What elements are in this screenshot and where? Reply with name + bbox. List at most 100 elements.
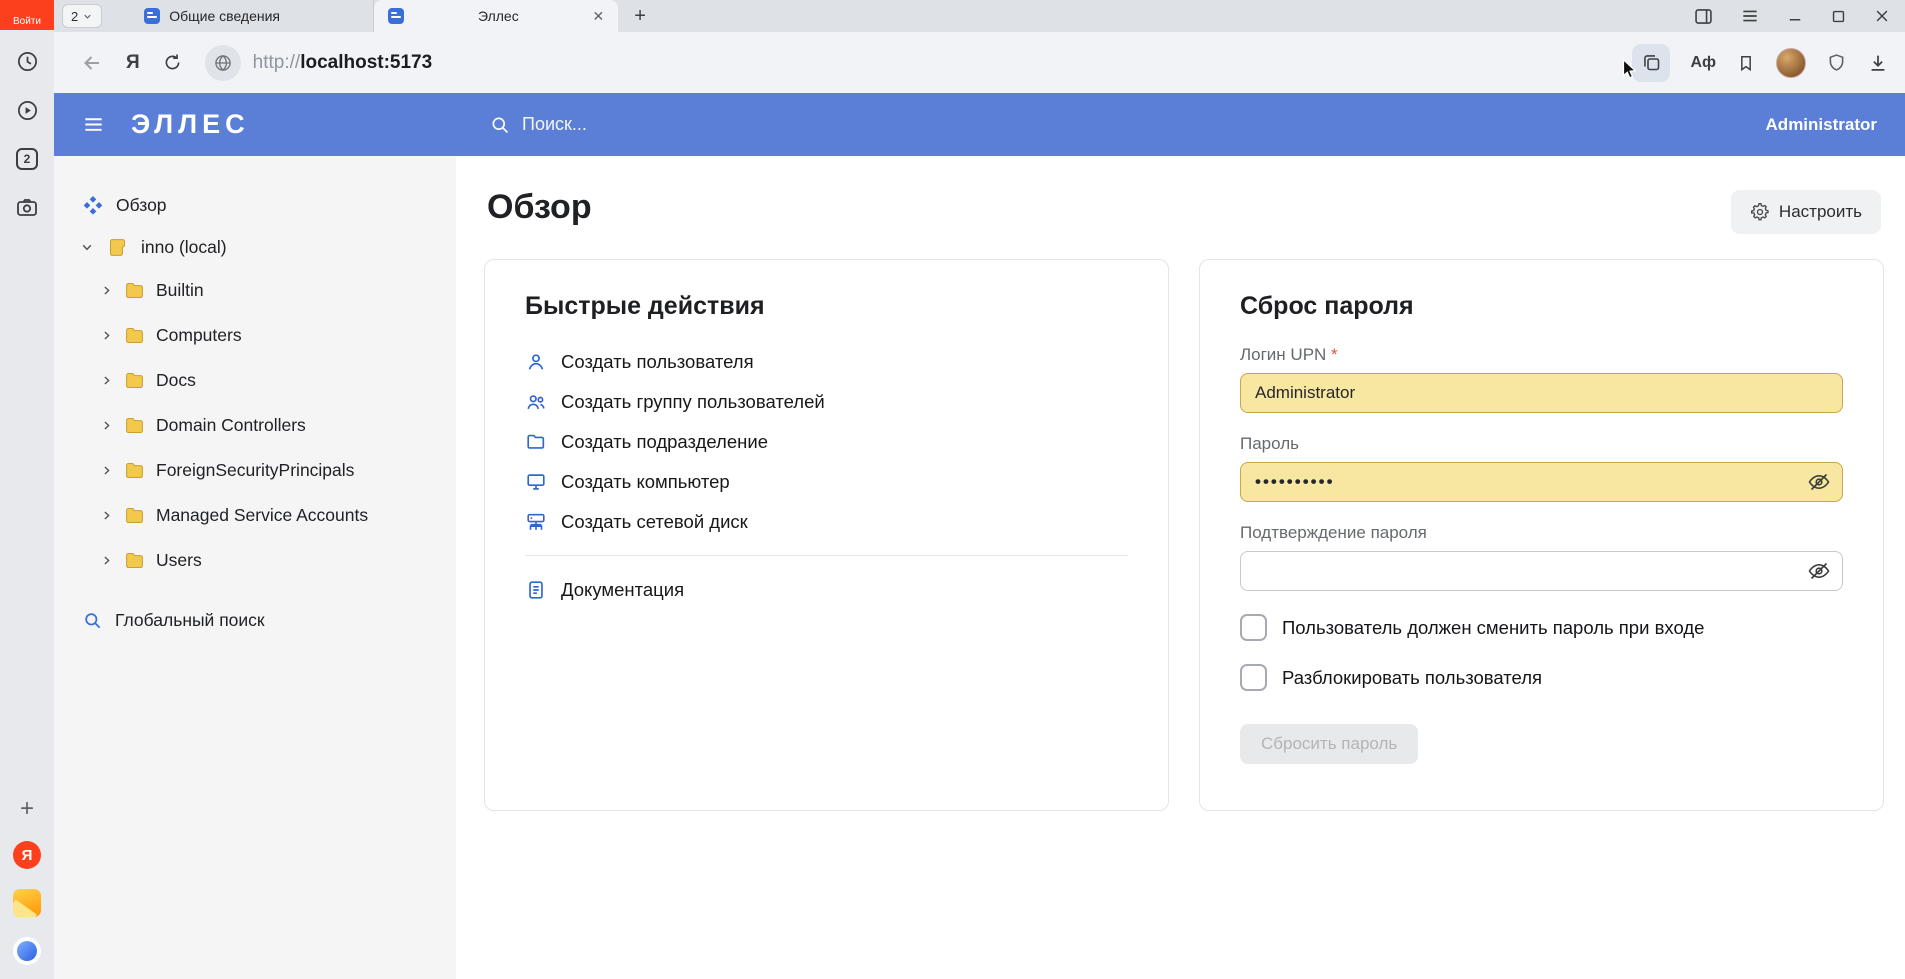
tab-title: Эллес — [413, 8, 583, 24]
search-icon — [490, 115, 510, 135]
minimize-icon[interactable] — [1786, 7, 1804, 25]
sidebar-item-label: Глобальный поиск — [115, 610, 265, 631]
folder-icon — [124, 460, 145, 481]
action-create-computer[interactable]: Создать компьютер — [525, 465, 1128, 498]
action-label: Создать пользователя — [561, 351, 754, 373]
password-input[interactable] — [1240, 462, 1843, 502]
checkbox-row-change-password: Пользователь должен сменить пароль при в… — [1240, 614, 1843, 641]
tree-node-domain[interactable]: inno (local) — [54, 226, 456, 268]
chevron-right-icon[interactable] — [100, 509, 113, 522]
yandex-button[interactable]: Я — [126, 52, 140, 74]
chevron-down-icon — [82, 11, 93, 22]
unlock-user-checkbox[interactable] — [1240, 664, 1267, 691]
close-window-icon[interactable] — [1873, 7, 1891, 25]
action-label: Создать компьютер — [561, 471, 730, 493]
action-create-user[interactable]: Создать пользователя — [525, 345, 1128, 378]
confirm-password-input[interactable] — [1240, 551, 1843, 591]
tab-favicon — [388, 8, 404, 24]
checkbox-label: Разблокировать пользователя — [1282, 667, 1542, 689]
media-play-icon[interactable] — [16, 99, 39, 122]
chevron-right-icon[interactable] — [100, 464, 113, 477]
tree-node-docs[interactable]: Docs — [54, 358, 456, 403]
search-input[interactable] — [522, 114, 822, 135]
user-icon — [525, 351, 547, 373]
configure-button[interactable]: Настроить — [1731, 190, 1881, 234]
tree-node-foreign-security-principals[interactable]: ForeignSecurityPrincipals — [54, 448, 456, 493]
profile-avatar[interactable] — [1776, 48, 1806, 78]
protect-icon[interactable] — [1826, 52, 1847, 73]
tree-node-domain-controllers[interactable]: Domain Controllers — [54, 403, 456, 448]
maximize-icon[interactable] — [1830, 8, 1847, 25]
chevron-right-icon[interactable] — [100, 554, 113, 567]
reset-password-button[interactable]: Сбросить пароль — [1240, 724, 1418, 764]
tab-count-label: 2 — [71, 9, 78, 24]
tree-node-label: Docs — [156, 370, 196, 391]
tree-node-computers[interactable]: Computers — [54, 313, 456, 358]
password-label: Пароль — [1240, 434, 1843, 454]
tree-node-label: inno (local) — [141, 237, 227, 258]
chevron-right-icon[interactable] — [100, 374, 113, 387]
chevron-right-icon[interactable] — [100, 419, 113, 432]
confirm-password-label: Подтверждение пароля — [1240, 523, 1843, 543]
page-title: Обзор — [487, 188, 592, 227]
tab-close-icon[interactable]: ✕ — [593, 8, 605, 25]
document-icon — [525, 579, 547, 601]
tree-node-label: Users — [156, 550, 202, 571]
action-label: Документация — [561, 579, 684, 601]
change-password-checkbox[interactable] — [1240, 614, 1267, 641]
action-documentation[interactable]: Документация — [525, 573, 1128, 606]
download-icon[interactable] — [1867, 52, 1889, 74]
login-input[interactable] — [1240, 373, 1843, 413]
new-tab-button[interactable]: + — [634, 5, 646, 28]
side-panel-icon[interactable] — [1693, 6, 1714, 27]
tab-group-counter[interactable]: 2 — [62, 4, 102, 28]
tree-node-builtin[interactable]: Builtin — [54, 268, 456, 313]
tab-general-info[interactable]: Общие сведения — [130, 0, 374, 32]
menu-icon[interactable] — [1740, 6, 1760, 26]
yandex-app-icon[interactable]: Я — [13, 841, 41, 869]
computer-icon — [525, 471, 547, 493]
app-menu-icon[interactable] — [82, 113, 105, 136]
app-logo[interactable]: ЭЛЛЕС — [131, 109, 250, 140]
tab-elles-active[interactable]: Эллес ✕ — [374, 0, 618, 32]
toggle-confirm-visibility-button[interactable] — [1807, 559, 1831, 583]
url-field[interactable]: http:// localhost:5173 — [253, 52, 433, 74]
gear-icon — [1750, 202, 1770, 222]
network-drive-icon — [525, 511, 547, 533]
tab-strip: 2 Общие сведения Эллес ✕ + — [54, 0, 1905, 32]
site-globe-icon[interactable] — [205, 45, 241, 81]
mail-app-icon[interactable] — [13, 889, 41, 917]
translate-icon[interactable]: Aф — [1690, 54, 1716, 72]
sidebar-item-global-search[interactable]: Глобальный поиск — [54, 599, 456, 641]
tree-node-managed-service-accounts[interactable]: Managed Service Accounts — [54, 493, 456, 538]
app-search[interactable] — [490, 114, 822, 135]
sidebar-add-icon[interactable]: + — [20, 797, 34, 821]
login-label: Логин UPN * — [1240, 345, 1843, 365]
chevron-down-icon[interactable] — [80, 240, 94, 254]
apps-icon — [83, 195, 103, 215]
history-icon[interactable] — [16, 50, 39, 73]
password-reset-card: Сброс пароля Логин UPN * Пароль Подтверж… — [1199, 259, 1884, 811]
sidebar-item-overview[interactable]: Обзор — [54, 184, 456, 226]
reload-icon[interactable] — [162, 52, 183, 73]
folder-icon — [124, 370, 145, 391]
tree-node-label: Domain Controllers — [156, 415, 306, 436]
screenshot-icon[interactable] — [15, 196, 39, 220]
chevron-right-icon[interactable] — [100, 329, 113, 342]
sidebar-item-label: Обзор — [116, 195, 167, 216]
tree-node-users[interactable]: Users — [54, 538, 456, 583]
folder-icon — [124, 550, 145, 571]
copy-tabs-icon[interactable] — [1632, 44, 1670, 82]
tab-count-badge[interactable]: 2 — [16, 148, 38, 170]
action-create-network-drive[interactable]: Создать сетевой диск — [525, 505, 1128, 538]
alice-icon[interactable] — [13, 937, 41, 965]
action-create-user-group[interactable]: Создать группу пользователей — [525, 385, 1128, 418]
action-create-org-unit[interactable]: Создать подразделение — [525, 425, 1128, 458]
toggle-password-visibility-button[interactable] — [1807, 470, 1831, 494]
tree-node-label: Builtin — [156, 280, 204, 301]
chevron-right-icon[interactable] — [100, 284, 113, 297]
back-icon[interactable] — [80, 51, 104, 75]
account-name[interactable]: Administrator — [1766, 115, 1877, 135]
signin-button[interactable]: Войти — [0, 0, 54, 30]
bookmark-icon[interactable] — [1736, 53, 1756, 73]
